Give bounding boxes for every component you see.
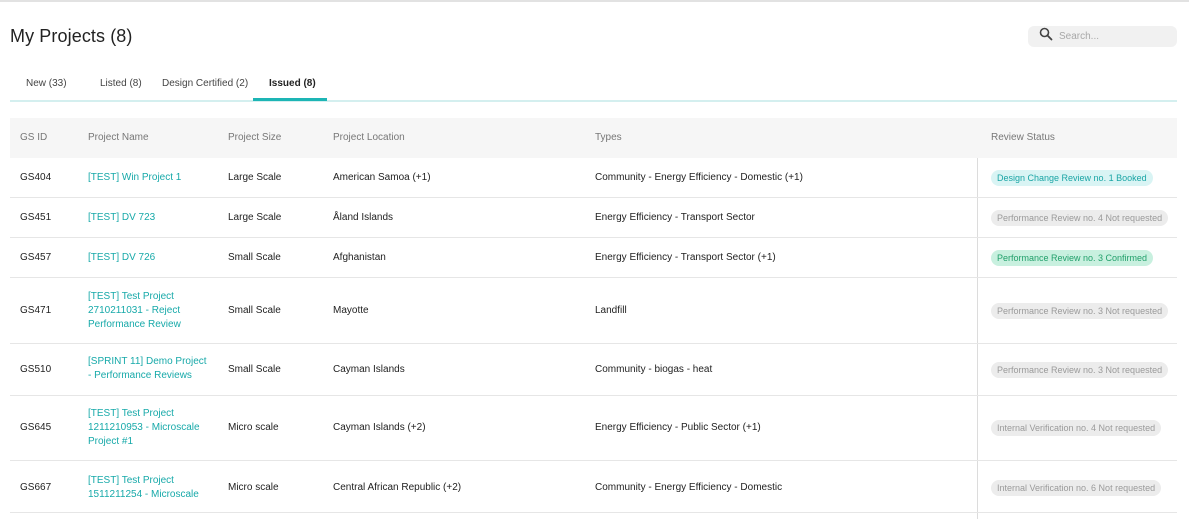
table-row[interactable]: GS451 [TEST] DV 723 Large Scale Åland Is…: [10, 198, 1177, 238]
tab-design-certified[interactable]: Design Certified (2): [162, 78, 248, 89]
tab-bar: New (33) Listed (8) Design Certified (2)…: [10, 70, 1177, 102]
project-location-cell: Central African Republic (+2): [333, 482, 462, 493]
review-status-badge: Design Change Review no. 1 Booked: [991, 170, 1153, 186]
column-header-types[interactable]: Types: [595, 132, 622, 143]
project-size-cell: Small Scale: [228, 364, 281, 375]
project-location-cell: Mayotte: [333, 305, 369, 316]
top-divider: [0, 0, 1189, 2]
types-cell: Energy Efficiency - Public Sector (+1): [595, 422, 761, 433]
types-cell: Community - Energy Efficiency - Domestic: [595, 482, 783, 493]
column-header-project-location[interactable]: Project Location: [333, 132, 405, 143]
column-header-gs-id[interactable]: GS ID: [20, 132, 47, 143]
search-input[interactable]: [1059, 31, 1169, 42]
review-status-badge: Performance Review no. 3 Confirmed: [991, 250, 1154, 266]
project-name-link[interactable]: [TEST] DV 726: [88, 251, 155, 265]
project-name-line: [TEST] Test Project: [88, 475, 174, 486]
project-name-line: - Performance Reviews: [88, 370, 192, 381]
project-name-link[interactable]: [TEST] DV 723: [88, 211, 155, 225]
project-name-line: 1511211254 - Microscale: [88, 489, 199, 500]
table-row[interactable]: GS645 [TEST] Test Project 1211210953 - M…: [10, 396, 1177, 461]
tab-issued[interactable]: Issued (8): [269, 78, 316, 89]
search-icon: [1039, 27, 1053, 46]
project-location-cell: American Samoa (+1): [333, 172, 431, 183]
types-cell: Community - Energy Efficiency - Domestic…: [595, 172, 803, 183]
types-cell: Landfill: [595, 305, 627, 316]
project-name-link[interactable]: [TEST] Win Project 1: [88, 171, 181, 185]
project-size-cell: Micro scale: [228, 422, 279, 433]
review-status-badge: Internal Verification no. 4 Not requeste…: [991, 420, 1162, 436]
gs-id-cell: GS471: [20, 305, 52, 316]
table-row[interactable]: GS510 [SPRINT 11] Demo Project - Perform…: [10, 344, 1177, 396]
search-box[interactable]: [1028, 26, 1177, 47]
project-size-cell: Micro scale: [228, 482, 279, 493]
project-location-cell: Åland Islands: [333, 212, 394, 223]
project-name-link[interactable]: [TEST] Test Project 2710211031 - Reject …: [88, 290, 181, 332]
tab-listed[interactable]: Listed (8): [100, 78, 142, 89]
project-name-link[interactable]: [TEST] Test Project 1511211254 - Microsc…: [88, 474, 199, 502]
project-name-line: 2710211031 - Reject: [88, 305, 181, 316]
project-size-cell: Small Scale: [228, 252, 281, 263]
table-row[interactable]: GS404 [TEST] Win Project 1 Large Scale A…: [10, 158, 1177, 198]
page-title: My Projects (8): [10, 26, 133, 46]
column-header-review-status[interactable]: Review Status: [991, 132, 1055, 143]
types-cell: Energy Efficiency - Transport Sector (+1…: [595, 252, 776, 263]
gs-id-cell: GS451: [20, 212, 52, 223]
gs-id-cell: GS510: [20, 364, 52, 375]
project-name-line: [SPRINT 11] Demo Project: [88, 356, 207, 367]
project-name-line: Performance Review: [88, 319, 181, 330]
tab-new[interactable]: New (33): [26, 78, 67, 89]
review-status-badge: Internal Verification no. 6 Not requeste…: [991, 480, 1162, 496]
gs-id-cell: GS404: [20, 172, 52, 183]
types-cell: Community - biogas - heat: [595, 364, 713, 375]
column-header-project-name[interactable]: Project Name: [88, 132, 149, 143]
table-row[interactable]: GS457 [TEST] DV 726 Small Scale Afghanis…: [10, 238, 1177, 278]
project-name-line: [TEST] Test Project: [88, 291, 174, 302]
column-header-project-size[interactable]: Project Size: [228, 132, 281, 143]
project-size-cell: Large Scale: [228, 212, 282, 223]
projects-table: GS ID Project Name Project Size Project …: [10, 118, 1177, 519]
review-status-badge: Performance Review no. 3 Not requested: [991, 303, 1169, 319]
table-header: GS ID Project Name Project Size Project …: [10, 118, 1177, 158]
project-name-line: [TEST] Test Project: [88, 408, 174, 419]
project-location-cell: Cayman Islands (+2): [333, 422, 426, 433]
table-row[interactable]: GS667 [TEST] Test Project 1511211254 - M…: [10, 461, 1177, 513]
project-name-line: Project #1: [88, 436, 134, 447]
review-status-badge: Performance Review no. 3 Not requested: [991, 362, 1169, 378]
types-cell: Energy Efficiency - Transport Sector: [595, 212, 755, 223]
review-status-badge: Performance Review no. 4 Not requested: [991, 210, 1169, 226]
project-location-cell: Afghanistan: [333, 252, 386, 263]
project-name-link[interactable]: [SPRINT 11] Demo Project - Performance R…: [88, 355, 207, 383]
project-location-cell: Cayman Islands: [333, 364, 405, 375]
table-row[interactable]: GS471 [TEST] Test Project 2710211031 - R…: [10, 278, 1177, 344]
gs-id-cell: GS645: [20, 422, 52, 433]
gs-id-cell: GS667: [20, 482, 52, 493]
project-size-cell: Small Scale: [228, 305, 281, 316]
gs-id-cell: GS457: [20, 252, 52, 263]
active-tab-indicator: [253, 98, 327, 101]
project-name-line: 1211210953 - Microscale: [88, 422, 200, 433]
project-name-link[interactable]: [TEST] Test Project 1211210953 - Microsc…: [88, 407, 200, 449]
project-size-cell: Large Scale: [228, 172, 282, 183]
